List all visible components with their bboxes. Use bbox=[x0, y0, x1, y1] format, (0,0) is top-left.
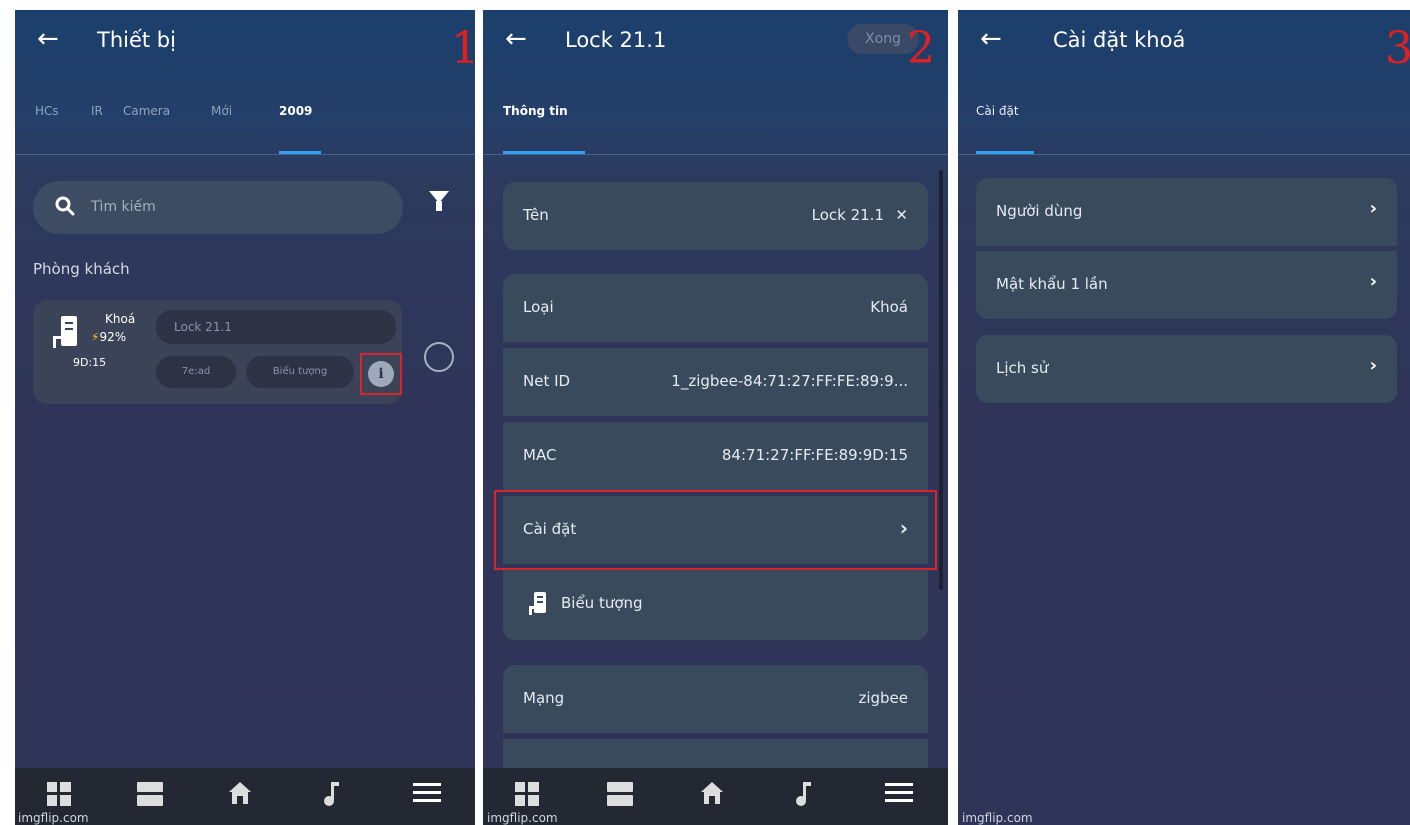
network-value: zigbee bbox=[858, 689, 908, 707]
mac-row: MAC 84:71:27:FF:FE:89:9D:15 bbox=[503, 422, 928, 490]
step-number: 2 bbox=[907, 23, 935, 74]
tab-new[interactable]: Mới bbox=[211, 104, 232, 118]
name-row[interactable]: Tên Lock 21.1 ✕ bbox=[503, 182, 928, 250]
music-icon[interactable] bbox=[795, 782, 811, 806]
lock-settings-screen: ← Cài đặt khoá 3 Cài đặt Người dùng › Mậ… bbox=[958, 10, 1410, 825]
step-number: 1 bbox=[451, 23, 475, 74]
icon-row[interactable]: Biểu tượng bbox=[503, 570, 928, 638]
clear-icon[interactable]: ✕ bbox=[895, 206, 908, 224]
chevron-right-icon: › bbox=[1369, 271, 1377, 292]
active-tab-indicator bbox=[976, 151, 1034, 154]
watermark: imgflip.com bbox=[962, 811, 1033, 825]
active-tab-indicator bbox=[279, 151, 321, 154]
tab-bar: Thông tin bbox=[483, 102, 948, 155]
network-row: Mạng zigbee bbox=[503, 665, 928, 733]
history-label: Lịch sử bbox=[996, 359, 1049, 377]
search-icon bbox=[55, 196, 75, 216]
door-lock-icon bbox=[53, 316, 77, 348]
header: ← Lock 21.1 Xong 2 bbox=[483, 10, 948, 80]
page-title: Thiết bị bbox=[97, 28, 176, 52]
header: ← Thiết bị 1 bbox=[15, 10, 475, 80]
net-id-row: Net ID 1_zigbee-84:71:27:FF:FE:89:9... bbox=[503, 348, 928, 416]
network-label: Mạng bbox=[523, 689, 565, 707]
search-placeholder: Tìm kiếm bbox=[91, 199, 156, 215]
select-radio[interactable] bbox=[424, 342, 454, 372]
highlight-box: i bbox=[360, 353, 402, 395]
battery-value: 92% bbox=[99, 330, 127, 344]
back-arrow-icon[interactable]: ← bbox=[505, 24, 527, 54]
tab-hcs[interactable]: HCs bbox=[35, 104, 59, 118]
device-code-pill[interactable]: 7e:ad bbox=[156, 356, 236, 388]
page-title: Lock 21.1 bbox=[565, 28, 667, 52]
tab-ir[interactable]: IR bbox=[91, 104, 103, 118]
icon-pill[interactable]: Biểu tượng bbox=[246, 356, 354, 388]
dashboard-icon[interactable] bbox=[515, 782, 539, 806]
tab-bar: Cài đặt bbox=[958, 102, 1410, 155]
home-icon[interactable] bbox=[701, 782, 723, 804]
type-value: Khoá bbox=[870, 298, 908, 316]
net-id-label: Net ID bbox=[523, 372, 571, 390]
rooms-icon[interactable] bbox=[607, 782, 633, 806]
chevron-right-icon: › bbox=[1369, 355, 1377, 376]
tab-settings[interactable]: Cài đặt bbox=[976, 104, 1019, 118]
step-number: 3 bbox=[1385, 23, 1410, 74]
header: ← Cài đặt khoá 3 bbox=[958, 10, 1410, 80]
name-value: Lock 21.1 bbox=[811, 206, 884, 224]
device-label-field[interactable]: Lock 21.1 bbox=[156, 310, 396, 344]
chevron-right-icon: › bbox=[1369, 198, 1377, 219]
dashboard-icon[interactable] bbox=[47, 782, 71, 806]
users-row[interactable]: Người dùng › bbox=[976, 178, 1397, 246]
door-lock-icon bbox=[529, 592, 546, 615]
active-tab-indicator bbox=[503, 151, 585, 154]
info-icon[interactable]: i bbox=[368, 361, 394, 387]
otp-label: Mật khẩu 1 lần bbox=[996, 275, 1108, 293]
watermark: imgflip.com bbox=[18, 811, 89, 825]
devices-screen: ← Thiết bị 1 HCs IR Camera Mới 2009 Tìm … bbox=[15, 10, 475, 825]
net-id-value: 1_zigbee-84:71:27:FF:FE:89:9... bbox=[671, 372, 908, 390]
tab-2009[interactable]: 2009 bbox=[279, 104, 312, 118]
back-arrow-icon[interactable]: ← bbox=[980, 24, 1002, 54]
tab-info[interactable]: Thông tin bbox=[503, 104, 568, 118]
device-info-screen: ← Lock 21.1 Xong 2 Thông tin Tên Lock 21… bbox=[483, 10, 948, 825]
tab-bar: HCs IR Camera Mới 2009 bbox=[15, 102, 475, 155]
mac-value: 84:71:27:FF:FE:89:9D:15 bbox=[721, 446, 908, 464]
device-type: Khoá bbox=[105, 312, 136, 326]
device-short-id: 9D:15 bbox=[73, 356, 107, 369]
mac-label: MAC bbox=[523, 446, 557, 464]
watermark: imgflip.com bbox=[487, 811, 558, 825]
scrollbar[interactable] bbox=[939, 170, 943, 590]
users-label: Người dùng bbox=[996, 202, 1083, 220]
search-bar[interactable]: Tìm kiếm bbox=[33, 181, 403, 234]
page-title: Cài đặt khoá bbox=[1053, 28, 1186, 52]
filter-icon-stem bbox=[436, 201, 442, 211]
name-label: Tên bbox=[523, 206, 549, 224]
one-time-password-row[interactable]: Mật khẩu 1 lần › bbox=[976, 251, 1397, 319]
rooms-icon[interactable] bbox=[137, 782, 163, 806]
divider bbox=[503, 733, 928, 739]
room-label: Phòng khách bbox=[33, 260, 130, 278]
music-icon[interactable] bbox=[323, 782, 339, 806]
name-group: Tên Lock 21.1 ✕ bbox=[503, 182, 928, 250]
icon-label: Biểu tượng bbox=[561, 594, 643, 612]
device-label-text: Lock 21.1 bbox=[174, 320, 232, 334]
menu-icon[interactable] bbox=[413, 782, 441, 804]
home-icon[interactable] bbox=[229, 782, 251, 804]
tab-camera[interactable]: Camera bbox=[123, 104, 170, 118]
history-row[interactable]: Lịch sử › bbox=[976, 335, 1397, 403]
type-row: Loại Khoá bbox=[503, 274, 928, 342]
type-label: Loại bbox=[523, 298, 554, 316]
back-arrow-icon[interactable]: ← bbox=[37, 24, 59, 54]
menu-icon[interactable] bbox=[885, 782, 913, 804]
device-details-group: Loại Khoá Net ID 1_zigbee-84:71:27:FF:FE… bbox=[503, 274, 928, 640]
highlight-box bbox=[494, 490, 937, 570]
device-card[interactable]: Khoá ⚡92% 9D:15 Lock 21.1 7e:ad Biểu tượ… bbox=[33, 300, 402, 404]
battery-level: ⚡92% bbox=[91, 330, 126, 344]
